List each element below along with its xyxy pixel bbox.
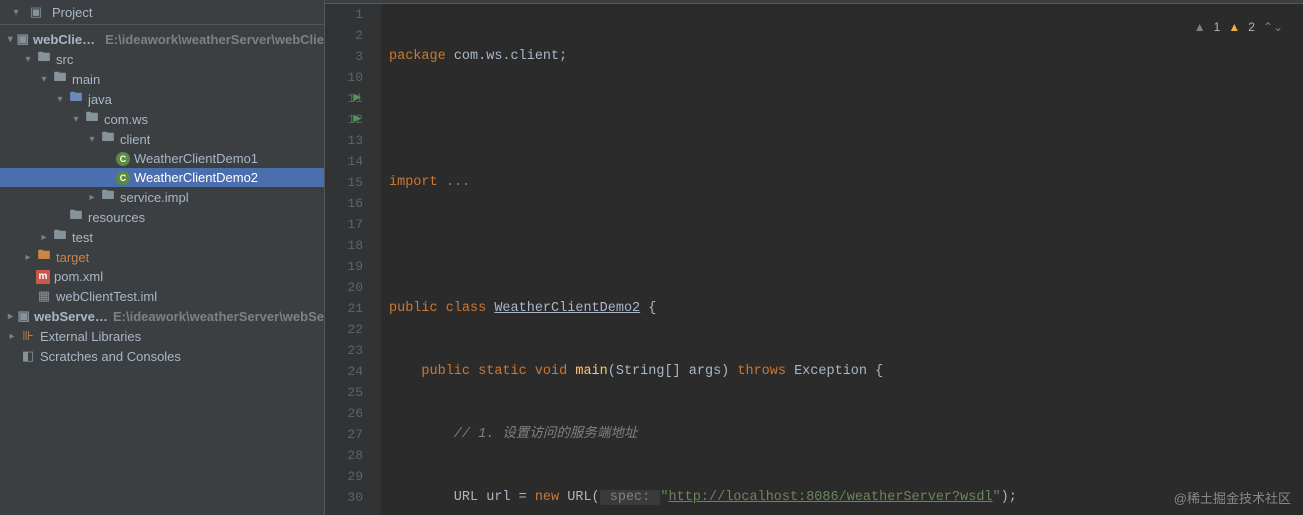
tree-node-java[interactable]: ▾🖿java <box>0 89 324 109</box>
package-icon: 🖿 <box>84 111 100 127</box>
file-icon: ▦ <box>36 288 52 304</box>
project-tree: ▾▣webClientTestE:\ideawork\weatherServer… <box>0 25 324 515</box>
source-folder-icon: 🖿 <box>68 91 84 107</box>
run-icon[interactable]: ▶ <box>353 88 361 109</box>
folder-icon: 🖿 <box>36 51 52 67</box>
java-class-icon: C <box>116 152 130 166</box>
gutter[interactable]: 1 2 3 10 11▶ 12▶ 13 14 15 16 17 18 19 20… <box>325 4 381 515</box>
tree-node-file-demo2[interactable]: CWeatherClientDemo2 <box>0 168 324 187</box>
tree-node-package[interactable]: ▾🖿com.ws <box>0 109 324 129</box>
tree-node-client[interactable]: ▾🖿client <box>0 129 324 149</box>
tree-node-webserver[interactable]: ▸▣webServerTestE:\ideawork\weatherServer… <box>0 306 324 326</box>
scratches-icon: ◧ <box>20 348 36 364</box>
tree-node-project[interactable]: ▾▣webClientTestE:\ideawork\weatherServer… <box>0 29 324 49</box>
package-icon: 🖿 <box>100 189 116 205</box>
module-icon: ▣ <box>17 308 30 324</box>
tree-node-scratches[interactable]: ◧Scratches and Consoles <box>0 346 324 366</box>
tree-node-src[interactable]: ▾🖿src <box>0 49 324 69</box>
tree-node-test[interactable]: ▸🖿test <box>0 227 324 247</box>
tree-node-iml[interactable]: ▦webClientTest.iml <box>0 286 324 306</box>
tree-node-pom[interactable]: mpom.xml <box>0 267 324 286</box>
resources-folder-icon: 🖿 <box>68 209 84 225</box>
project-tree-panel: ▾ ▣ Project ▾▣webClientTestE:\ideawork\w… <box>0 0 325 515</box>
tree-node-resources[interactable]: 🖿resources <box>0 207 324 227</box>
project-icon: ▣ <box>28 4 44 20</box>
warning-icon: ▲ <box>1228 20 1240 34</box>
code-editor[interactable]: package com.ws.client; import ... public… <box>381 4 1303 515</box>
tree-node-target[interactable]: ▸🖿target <box>0 247 324 267</box>
header-label: Project <box>52 5 92 20</box>
inspection-widget[interactable]: ▲1 ▲2 ⌃⌄ <box>1194 20 1283 34</box>
project-header[interactable]: ▾ ▣ Project <box>0 0 324 25</box>
module-icon: ▣ <box>17 31 30 47</box>
package-icon: 🖿 <box>100 131 116 147</box>
libraries-icon: ⊪ <box>20 328 36 344</box>
tree-node-file-demo1[interactable]: CWeatherClientDemo1 <box>0 149 324 168</box>
folder-icon: 🖿 <box>52 71 68 87</box>
watermark: @稀土掘金技术社区 <box>1174 488 1291 507</box>
tree-node-external-libs[interactable]: ▸⊪External Libraries <box>0 326 324 346</box>
editor: ▲1 ▲2 ⌃⌄ 1 2 3 10 11▶ 12▶ 13 14 15 16 17… <box>325 0 1303 515</box>
run-icon[interactable]: ▶ <box>353 109 361 130</box>
tree-node-main[interactable]: ▾🖿main <box>0 69 324 89</box>
target-folder-icon: 🖿 <box>36 249 52 265</box>
folder-icon: 🖿 <box>52 229 68 245</box>
maven-icon: m <box>36 270 50 284</box>
tree-node-service-impl[interactable]: ▸🖿service.impl <box>0 187 324 207</box>
chevron-icon: ⌃⌄ <box>1263 20 1283 34</box>
java-class-icon: C <box>116 171 130 185</box>
weak-warning-icon: ▲ <box>1194 20 1206 34</box>
chevron-down-icon: ▾ <box>8 7 24 18</box>
